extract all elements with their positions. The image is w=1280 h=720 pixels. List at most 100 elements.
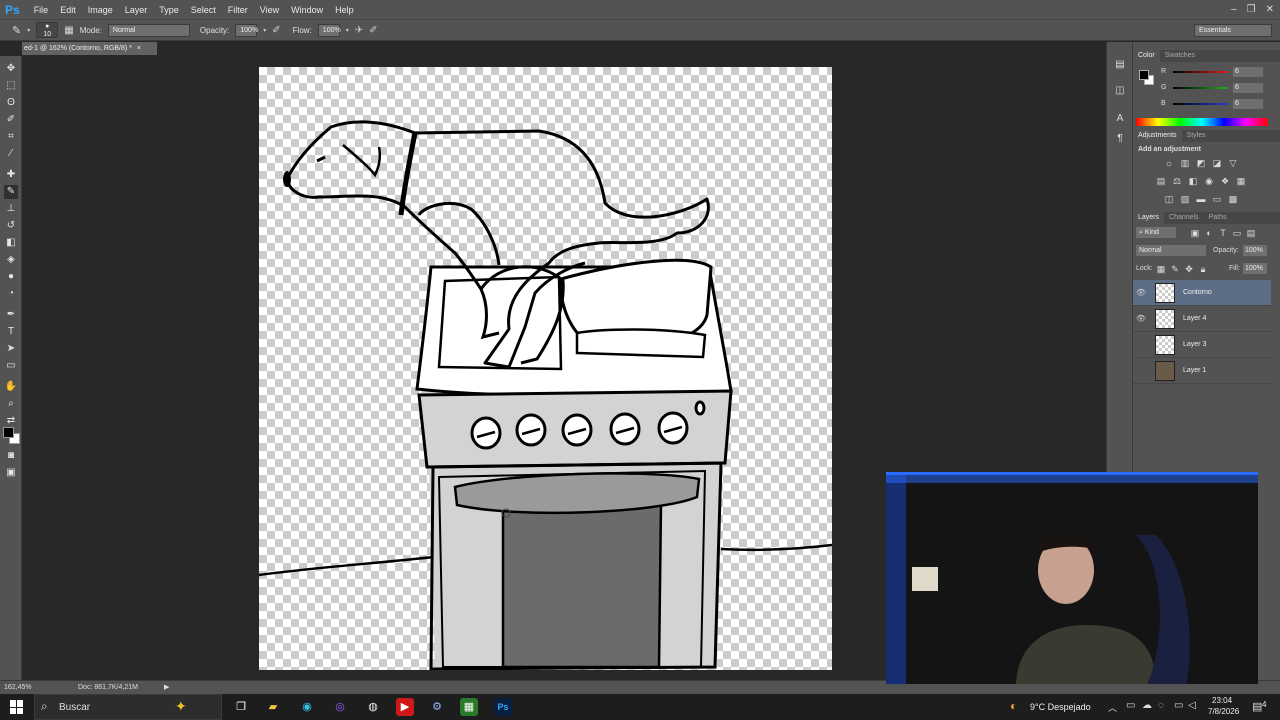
minecraft-icon[interactable]: ▦	[460, 698, 478, 716]
menu-file[interactable]: File	[28, 5, 55, 15]
tray-overflow-icon[interactable]: ︿	[1108, 701, 1117, 714]
obs-studio-icon[interactable]: ◍	[364, 698, 382, 716]
lasso-tool-icon[interactable]: ʘ	[4, 96, 18, 110]
steam-icon[interactable]: ⚙	[428, 698, 446, 716]
tray-app-icon[interactable]: ☁	[1142, 700, 1152, 711]
brush-panel-toggle-icon[interactable]: ▦	[64, 25, 73, 36]
brush-tool-icon[interactable]: ✎	[12, 24, 21, 37]
foreground-color-swatch[interactable]	[3, 427, 14, 438]
levels-icon[interactable]: ▥	[1179, 158, 1191, 168]
selective-color-icon[interactable]: ▩	[1227, 194, 1239, 204]
lock-pixels-icon[interactable]: ✎	[1169, 264, 1181, 274]
path-selection-tool-icon[interactable]: ➤	[4, 342, 18, 356]
tray-app-icon[interactable]: ▭	[1126, 700, 1135, 711]
airbrush-icon[interactable]: ✈	[355, 25, 363, 36]
move-tool-icon[interactable]: ✥	[4, 62, 18, 76]
brush-size-preset[interactable]: ● 10	[36, 22, 59, 38]
zoom-tool-icon[interactable]: ⌕	[4, 397, 18, 411]
swap-colors-icon[interactable]: ⇄	[4, 414, 18, 428]
document-canvas[interactable]	[259, 67, 832, 670]
eye-icon[interactable]: 👁︎	[1133, 314, 1149, 323]
tray-app-icon[interactable]: ◌	[1158, 700, 1164, 711]
photoshop-taskbar-icon[interactable]: Ps	[494, 698, 512, 716]
layer-filter-select[interactable]: ⌕ Kind	[1136, 227, 1176, 238]
windows-start-button[interactable]	[10, 700, 24, 714]
chevron-down-icon[interactable]: ▾	[27, 27, 30, 34]
hand-tool-icon[interactable]: ✋	[4, 380, 18, 394]
healing-brush-tool-icon[interactable]: ✚	[4, 168, 18, 182]
workspace-select[interactable]: Essentials	[1194, 24, 1272, 37]
clock-date[interactable]: 7/8/2026	[1208, 707, 1239, 716]
blend-mode-select[interactable]: Normal	[1136, 245, 1206, 256]
dodge-tool-icon[interactable]: ◔	[4, 287, 18, 301]
hue-saturation-icon[interactable]: ▤	[1155, 176, 1167, 186]
eye-icon[interactable]: 👁︎	[1133, 288, 1149, 297]
document-tab-close-icon[interactable]: ×	[137, 45, 141, 52]
channel-g-slider[interactable]	[1173, 87, 1228, 89]
channel-mixer-icon[interactable]: ❖	[1219, 176, 1231, 186]
pressure-opacity-icon[interactable]: ✐	[272, 25, 280, 36]
channel-r-slider[interactable]	[1173, 71, 1228, 73]
menu-image[interactable]: Image	[82, 5, 119, 15]
filter-type-icon[interactable]: T	[1217, 228, 1229, 238]
screen-mode-icon[interactable]: ▣	[4, 466, 18, 480]
layer-row-layer-1[interactable]: Layer 1	[1133, 358, 1271, 384]
marquee-tool-icon[interactable]: ⬚	[4, 79, 18, 93]
edge-browser-icon[interactable]: ◉	[298, 698, 316, 716]
vibrance-icon[interactable]: ▽	[1227, 158, 1239, 168]
document-tab[interactable]: ed-1 @ 162% (Contorno, RGB/8) * ×	[22, 42, 157, 55]
history-brush-tool-icon[interactable]: ↺	[4, 219, 18, 233]
menu-view[interactable]: View	[254, 5, 285, 15]
black-white-icon[interactable]: ◧	[1187, 176, 1199, 186]
weather-text[interactable]: 9°C Despejado	[1030, 702, 1091, 712]
crop-tool-icon[interactable]: ⌗	[4, 130, 18, 144]
brush-tool-icon[interactable]: ✎	[4, 185, 18, 199]
color-balance-icon[interactable]: ⚖	[1171, 176, 1183, 186]
filter-adjustment-icon[interactable]: ◐	[1203, 228, 1215, 238]
chrome-browser-icon[interactable]: ◎	[331, 698, 349, 716]
tab-adjustments[interactable]: Adjustments	[1133, 130, 1182, 142]
tab-swatches[interactable]: Swatches	[1160, 50, 1200, 62]
taskbar-search-box[interactable]: ⌕ Buscar ✦	[34, 694, 222, 720]
history-panel-icon[interactable]: ▤	[1113, 58, 1127, 72]
opacity-input[interactable]: 100%	[235, 23, 258, 37]
threshold-icon[interactable]: ▬	[1195, 194, 1207, 204]
close-button[interactable]: ✕	[1266, 4, 1274, 15]
curves-icon[interactable]: ◩	[1195, 158, 1207, 168]
doc-size-info[interactable]: Doc: 861,7K/4,21M	[78, 684, 138, 691]
restore-button[interactable]: ❐	[1247, 4, 1256, 15]
fill-input[interactable]: 100%	[1243, 263, 1267, 274]
channel-r-value[interactable]: 6	[1233, 67, 1263, 77]
menu-filter[interactable]: Filter	[222, 5, 254, 15]
pen-tool-icon[interactable]: ✒	[4, 308, 18, 322]
layer-row-layer-4[interactable]: 👁︎ Layer 4	[1133, 306, 1271, 332]
clone-stamp-tool-icon[interactable]: ⊥	[4, 202, 18, 216]
type-tool-icon[interactable]: T	[4, 325, 18, 339]
exposure-icon[interactable]: ◪	[1211, 158, 1223, 168]
paragraph-panel-icon[interactable]: ¶	[1113, 132, 1127, 146]
photo-filter-icon[interactable]: ◉	[1203, 176, 1215, 186]
eraser-tool-icon[interactable]: ◧	[4, 236, 18, 250]
channel-b-slider[interactable]	[1173, 103, 1228, 105]
chevron-down-icon[interactable]: ▾	[346, 27, 349, 34]
volume-icon[interactable]: ◁	[1188, 700, 1196, 711]
task-view-icon[interactable]: ❐	[232, 698, 250, 716]
lock-all-icon[interactable]: 🔒︎	[1197, 264, 1209, 274]
tab-color[interactable]: Color	[1133, 50, 1160, 62]
chevron-down-icon[interactable]: ▾	[263, 27, 266, 34]
quick-mask-icon[interactable]: ◙	[4, 449, 18, 463]
foreground-color-chip[interactable]	[1139, 70, 1149, 80]
flow-input[interactable]: 100%	[317, 23, 341, 37]
quick-select-tool-icon[interactable]: ✐	[4, 113, 18, 127]
tab-channels[interactable]: Channels	[1164, 212, 1204, 224]
menu-select[interactable]: Select	[185, 5, 222, 15]
tab-layers[interactable]: Layers	[1133, 212, 1165, 224]
rectangle-tool-icon[interactable]: ▭	[4, 359, 18, 373]
lock-position-icon[interactable]: ✥	[1183, 264, 1195, 274]
gradient-map-icon[interactable]: ▭	[1211, 194, 1223, 204]
character-panel-icon[interactable]: A	[1113, 112, 1127, 126]
menu-type[interactable]: Type	[153, 5, 185, 15]
eyedropper-tool-icon[interactable]: ⁄	[4, 147, 18, 161]
layer-opacity-input[interactable]: 100%	[1243, 245, 1267, 256]
menu-layer[interactable]: Layer	[119, 5, 154, 15]
